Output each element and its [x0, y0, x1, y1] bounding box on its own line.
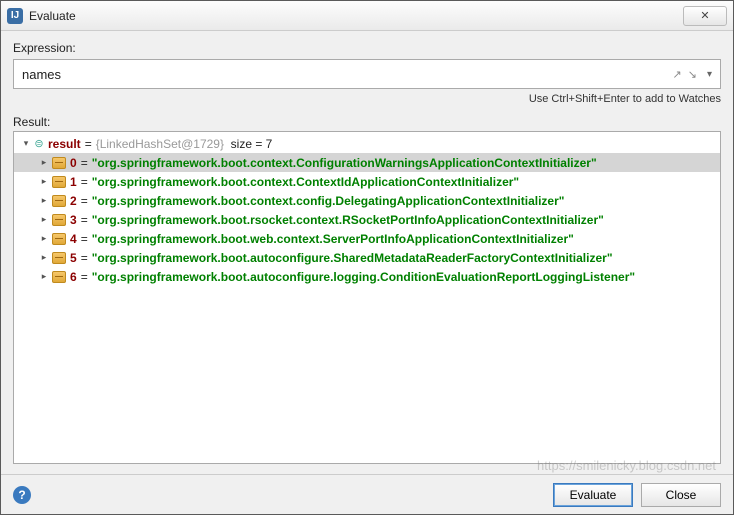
- item-index: 4: [70, 232, 77, 246]
- equals-sign: =: [81, 156, 88, 170]
- result-tree[interactable]: ⊜ result = {LinkedHashSet@1729} size = 7…: [13, 131, 721, 464]
- titlebar: IJ Evaluate ✕: [1, 1, 733, 31]
- evaluate-dialog: IJ Evaluate ✕ Expression: names ↗ ↘ ▾ Us…: [0, 0, 734, 515]
- equals-sign: =: [81, 213, 88, 227]
- table-row[interactable]: 3 = "org.springframework.boot.rsocket.cont…: [14, 210, 720, 229]
- content-area: Expression: names ↗ ↘ ▾ Use Ctrl+Shift+E…: [1, 31, 733, 474]
- table-row[interactable]: 6 = "org.springframework.boot.autoconfigur…: [14, 267, 720, 286]
- window-close-button[interactable]: ✕: [683, 6, 727, 26]
- app-icon: IJ: [7, 8, 23, 24]
- item-value: "org.springframework.boot.autoconfigure.…: [92, 270, 635, 284]
- result-var-name: result: [48, 137, 81, 151]
- tree-arrow-icon[interactable]: [38, 195, 50, 206]
- item-index: 1: [70, 175, 77, 189]
- field-icon: [52, 176, 66, 188]
- help-button[interactable]: ?: [13, 486, 31, 504]
- tree-arrow-icon[interactable]: [38, 176, 50, 187]
- table-row[interactable]: 4 = "org.springframework.boot.web.context.…: [14, 229, 720, 248]
- item-index: 2: [70, 194, 77, 208]
- watch-icon: ⊜: [32, 137, 46, 151]
- field-icon: [52, 195, 66, 207]
- tree-arrow-icon[interactable]: [38, 233, 50, 244]
- window-title: Evaluate: [29, 9, 683, 23]
- tree-arrow-icon[interactable]: [38, 214, 50, 225]
- item-value: "org.springframework.boot.context.Config…: [92, 156, 597, 170]
- item-index: 0: [70, 156, 77, 170]
- equals-sign: =: [81, 270, 88, 284]
- item-index: 3: [70, 213, 77, 227]
- item-value: "org.springframework.boot.context.config…: [92, 194, 565, 208]
- evaluate-button[interactable]: Evaluate: [553, 483, 633, 507]
- equals-sign: =: [81, 194, 88, 208]
- table-row[interactable]: 5 = "org.springframework.boot.autoconfigur…: [14, 248, 720, 267]
- equals-sign: =: [81, 175, 88, 189]
- equals-sign: =: [81, 232, 88, 246]
- item-index: 5: [70, 251, 77, 265]
- expression-input[interactable]: names: [22, 67, 667, 82]
- expression-hint: Use Ctrl+Shift+Enter to add to Watches: [13, 93, 721, 105]
- item-value: "org.springframework.boot.context.Contex…: [92, 175, 519, 189]
- field-icon: [52, 214, 66, 226]
- field-icon: [52, 233, 66, 245]
- result-root-row[interactable]: ⊜ result = {LinkedHashSet@1729} size = 7: [14, 134, 720, 153]
- field-icon: [52, 157, 66, 169]
- tree-arrow-icon[interactable]: [38, 271, 50, 282]
- close-button[interactable]: Close: [641, 483, 721, 507]
- equals-sign: =: [81, 251, 88, 265]
- expression-label: Expression:: [13, 41, 721, 55]
- item-index: 6: [70, 270, 77, 284]
- item-value: "org.springframework.boot.web.context.Se…: [92, 232, 574, 246]
- tree-arrow-icon[interactable]: [38, 157, 50, 168]
- result-size: size = 7: [231, 137, 273, 151]
- expression-history-dropdown[interactable]: ▾: [707, 69, 712, 80]
- tree-arrow-icon[interactable]: [38, 252, 50, 263]
- equals-sign: =: [85, 137, 92, 151]
- tree-arrow-icon[interactable]: [20, 138, 32, 149]
- result-type: {LinkedHashSet@1729}: [96, 137, 224, 151]
- table-row[interactable]: 0 = "org.springframework.boot.context.Conf…: [14, 153, 720, 172]
- item-value: "org.springframework.boot.autoconfigure.…: [92, 251, 613, 265]
- table-row[interactable]: 2 = "org.springframework.boot.context.conf…: [14, 191, 720, 210]
- expand-expression-icon[interactable]: ↗: [673, 68, 682, 81]
- dialog-footer: ? Evaluate Close: [1, 474, 733, 514]
- expression-input-wrapper: names ↗ ↘ ▾: [13, 59, 721, 89]
- result-label: Result:: [13, 115, 721, 129]
- field-icon: [52, 271, 66, 283]
- table-row[interactable]: 1 = "org.springframework.boot.context.Cont…: [14, 172, 720, 191]
- item-value: "org.springframework.boot.rsocket.contex…: [92, 213, 604, 227]
- collapse-expression-icon[interactable]: ↘: [688, 68, 697, 81]
- field-icon: [52, 252, 66, 264]
